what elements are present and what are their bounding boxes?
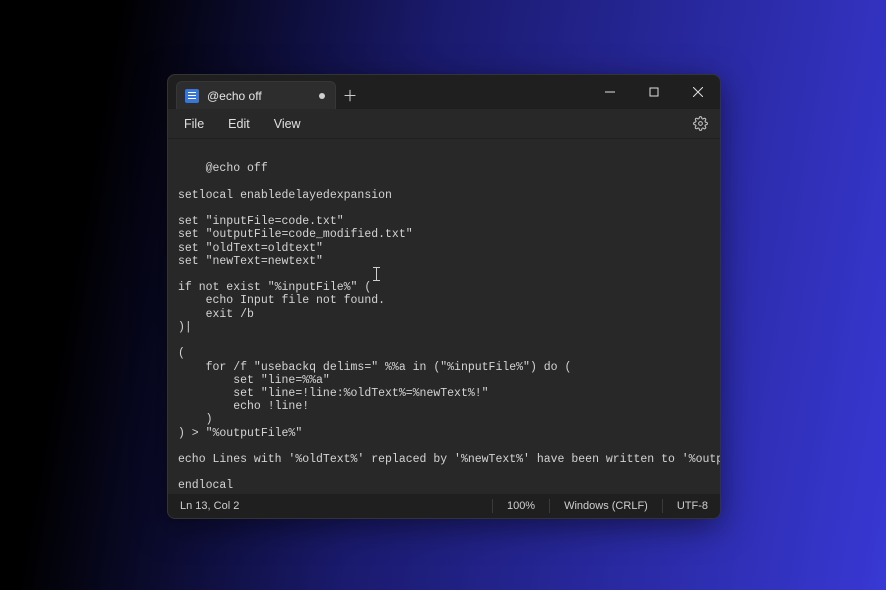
- menu-edit[interactable]: Edit: [218, 113, 260, 135]
- menu-bar: File Edit View: [168, 109, 720, 139]
- unsaved-indicator-icon: [319, 93, 325, 99]
- notepad-window: @echo off ＋ File Edit View: [167, 74, 721, 519]
- editor-content: @echo off setlocal enabledelayedexpansio…: [178, 162, 720, 492]
- new-tab-button[interactable]: ＋: [336, 81, 364, 109]
- tab-title: @echo off: [207, 89, 311, 103]
- text-cursor-icon: [373, 267, 380, 281]
- close-icon: [693, 87, 703, 97]
- minimize-button[interactable]: [588, 75, 632, 109]
- editor-area[interactable]: @echo off setlocal enabledelayedexpansio…: [168, 139, 720, 494]
- status-bar: Ln 13, Col 2 100% Windows (CRLF) UTF-8: [168, 494, 720, 518]
- window-controls: [588, 75, 720, 109]
- menu-view[interactable]: View: [264, 113, 311, 135]
- minimize-icon: [605, 87, 615, 97]
- settings-button[interactable]: [686, 110, 714, 138]
- tab-strip: @echo off ＋: [168, 75, 588, 109]
- status-encoding[interactable]: UTF-8: [663, 494, 708, 518]
- title-bar: @echo off ＋: [168, 75, 720, 109]
- status-line-ending[interactable]: Windows (CRLF): [550, 494, 662, 518]
- status-position[interactable]: Ln 13, Col 2: [180, 494, 492, 518]
- plus-icon: ＋: [342, 85, 357, 106]
- menu-file[interactable]: File: [174, 113, 214, 135]
- close-button[interactable]: [676, 75, 720, 109]
- gear-icon: [693, 116, 708, 131]
- maximize-icon: [649, 87, 659, 97]
- status-zoom[interactable]: 100%: [493, 494, 549, 518]
- document-tab[interactable]: @echo off: [176, 81, 336, 109]
- document-icon: [185, 89, 199, 103]
- maximize-button[interactable]: [632, 75, 676, 109]
